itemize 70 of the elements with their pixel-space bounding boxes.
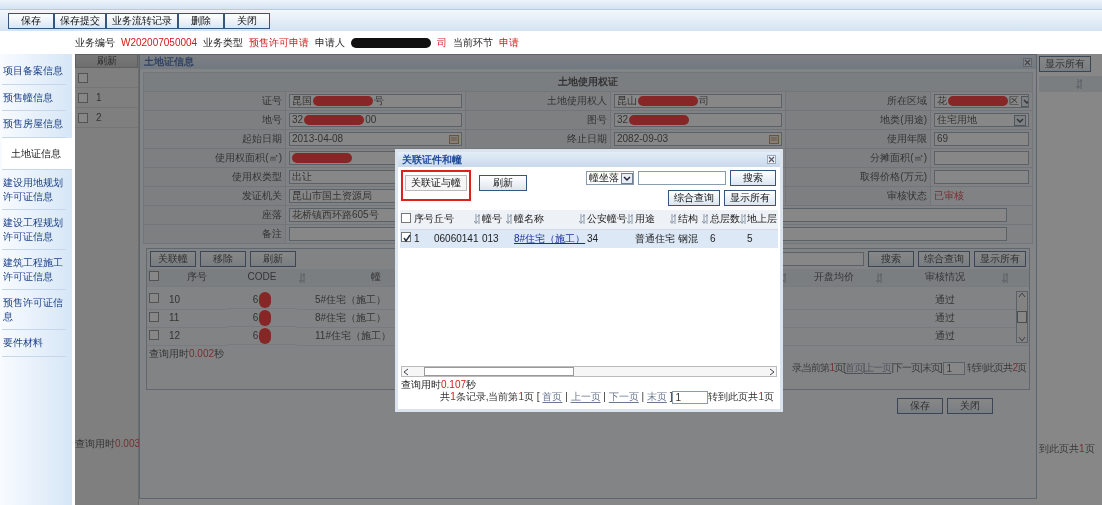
table-cell: 11 [169,312,180,323]
table-cell: 通过 [935,293,955,305]
field-label: 使用权类型 [232,171,282,182]
field-label: 申请人 [315,36,346,49]
column-header: 序号 [414,213,433,226]
table-cell: 5#住宅（施工） [315,293,387,305]
field-label: 取得价格(万元) [860,171,927,182]
field-value: 司 [437,36,448,49]
column-header: 审核情况 [925,271,965,283]
column-header: 结构 [678,213,698,226]
field-label: 地号 [262,114,282,125]
query-time: 查询用时0.002秒 [149,347,225,359]
field-label: 土地使用权人 [547,95,607,106]
row-number: 2 [96,111,102,124]
field-label: 分摊面积(㎡) [870,152,927,163]
query-time: 查询用时0.003 [75,438,138,450]
field-label: 业务编号 [75,36,115,49]
table-cell: 5 [747,232,753,244]
table-cell: 6 [252,311,259,324]
table-cell: 06060141 [434,232,479,244]
field-label: 所在区域 [887,95,927,106]
table-cell: 钢混 [678,232,698,244]
column-header: 地上层 [747,213,777,226]
table-cell: 34 [587,232,599,244]
field-label: 审核状态 [887,190,927,201]
table-cell: 通过 [935,312,955,323]
form-heading: 土地使用权证 [143,72,1033,92]
column-header: 总层数 [710,213,740,226]
column-header: 丘号 [434,213,454,226]
field-label: 证号 [262,95,282,106]
column-header: 幢号 [482,213,502,226]
field-label: 座落 [262,209,282,220]
field-label: 发证机关 [242,190,282,201]
field-value: 预售许可申请 [249,36,310,49]
table-cell: 6 [252,293,259,306]
column-header: CODE [247,271,277,283]
column-header: 序号 [187,271,207,283]
pager-text: 到此页共1页 [1039,443,1095,455]
field-label: 当前环节 [453,36,494,49]
column-header: 幢名称 [514,213,544,226]
column-header: 开盘均价 [814,271,854,283]
table-cell: 通过 [935,330,955,341]
table-cell: 12 [169,330,181,341]
dialog-title: 关联证件和幢 [402,153,462,166]
field-label: 使用权面积(㎡) [215,152,282,163]
column-header: 公安幢号 [587,213,627,226]
status-text: 已审核 [934,190,964,201]
table-cell: 11#住宅（施工） [315,330,391,341]
field-value: 申请 [499,36,520,49]
table-cell: 6 [710,232,716,244]
field-label: 使用年限 [887,133,927,144]
field-label: 起始日期 [242,133,282,144]
table-cell: 6 [252,329,259,342]
pager-text: 共1条记录,当前第1页 [ 首页 | 上一页 | 下一页 | 末页 ] 1 转到此页共1页 [440,391,774,404]
field-label: 图号 [587,114,607,125]
column-header: 用途 [635,213,655,226]
field-label: 地类(用途) [880,114,927,125]
query-time: 查询用时0.107秒 [401,379,477,390]
field-label: 备注 [262,228,282,239]
field-label: 终止日期 [567,133,607,144]
row-number: 1 [96,91,102,104]
table-cell: 10 [169,293,181,305]
column-header: 幢 [371,271,381,283]
table-cell: 8#住宅（施工） [315,312,387,323]
table-cell: 013 [482,232,499,244]
table-cell: 1 [414,232,420,244]
table-cell: 普通住宅 [635,232,675,244]
dialog-title: 土地证信息 [144,56,194,68]
field-label: 业务类型 [203,36,244,49]
field-value: W202007050004 [121,36,198,49]
